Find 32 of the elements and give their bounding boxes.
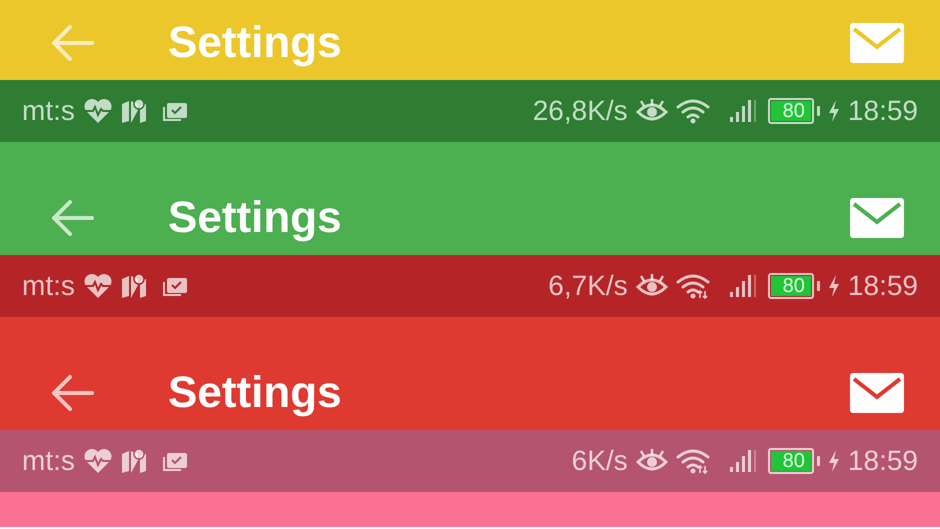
heart-pulse-icon <box>82 98 113 124</box>
mail-icon[interactable] <box>850 198 904 238</box>
battery-icon: 80 <box>768 273 814 299</box>
clock-time: 18:59 <box>848 95 918 127</box>
map-pin-icon <box>120 273 147 299</box>
network-speed: 6K/s <box>572 445 628 477</box>
heart-pulse-icon <box>82 273 113 299</box>
clock-time: 18:59 <box>848 445 918 477</box>
heart-pulse-icon <box>82 448 113 474</box>
battery-icon: 80 <box>768 448 814 474</box>
map-pin-icon <box>120 448 147 474</box>
battery-icon: 80 <box>768 98 814 124</box>
screen-title: Settings <box>168 192 343 242</box>
back-arrow-icon[interactable] <box>50 198 94 238</box>
carrier-name: mt:s <box>22 270 75 302</box>
screen-title: Settings <box>168 18 343 68</box>
charging-bolt-icon <box>828 450 840 472</box>
eye-icon <box>636 274 668 298</box>
screen-title: Settings <box>168 368 343 418</box>
map-pin-icon <box>120 98 147 124</box>
clock-time: 18:59 <box>848 270 918 302</box>
charging-bolt-icon <box>828 275 840 297</box>
carrier-name: mt:s <box>22 95 75 127</box>
eye-icon <box>636 449 668 473</box>
back-arrow-icon[interactable] <box>50 372 94 412</box>
eye-icon <box>636 99 668 123</box>
charging-bolt-icon <box>828 100 840 122</box>
carrier-name: mt:s <box>22 445 75 477</box>
mail-icon[interactable] <box>850 372 904 412</box>
back-arrow-icon[interactable] <box>50 22 94 62</box>
network-speed: 6,7K/s <box>548 270 628 302</box>
network-speed: 26,8K/s <box>532 95 628 127</box>
